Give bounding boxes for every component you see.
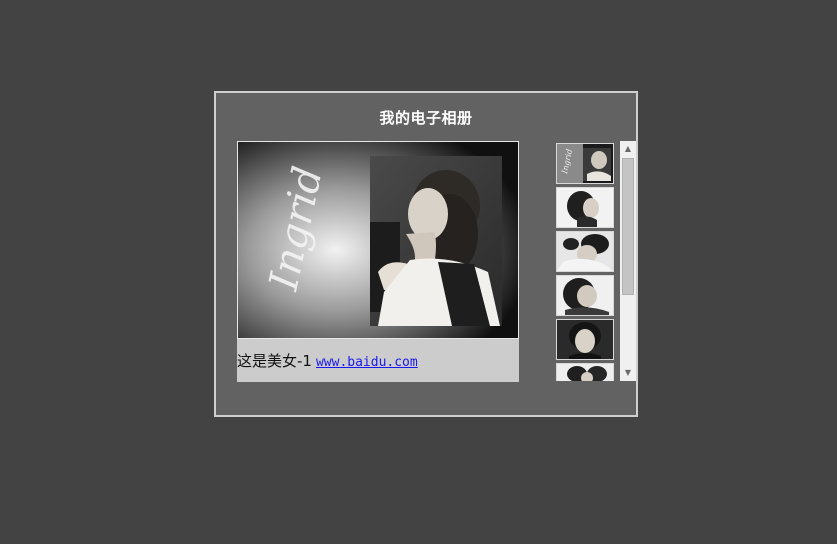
thumbnail-5[interactable] — [556, 319, 614, 360]
photo-album-panel: 我的电子相册 Ingrid 这是美女-1 www.baidu.com Ingri… — [214, 91, 638, 417]
thumbnail-strip[interactable]: Ingrid — [556, 141, 616, 381]
thumbnail-4[interactable] — [556, 275, 614, 316]
thumbnail-1[interactable]: Ingrid — [556, 143, 614, 184]
album-title: 我的电子相册 — [379, 109, 473, 127]
main-photo: Ingrid — [237, 141, 519, 339]
thumbnail-6[interactable] — [556, 363, 614, 381]
thumbnail-3[interactable] — [556, 231, 614, 272]
scrollbar-thumb[interactable] — [622, 158, 634, 295]
thumbnail-2[interactable] — [556, 187, 614, 228]
triangle-up-icon[interactable]: ▲ — [620, 141, 636, 157]
photo-caption: 这是美女-1 www.baidu.com — [237, 350, 418, 371]
thumbnail-scrollbar[interactable]: ▲ ▼ — [620, 141, 636, 381]
triangle-down-icon[interactable]: ▼ — [620, 365, 636, 381]
photo-viewer: Ingrid 这是美女-1 www.baidu.com — [237, 141, 519, 382]
caption-link[interactable]: www.baidu.com — [316, 355, 418, 370]
caption-text: 这是美女-1 — [237, 352, 312, 370]
